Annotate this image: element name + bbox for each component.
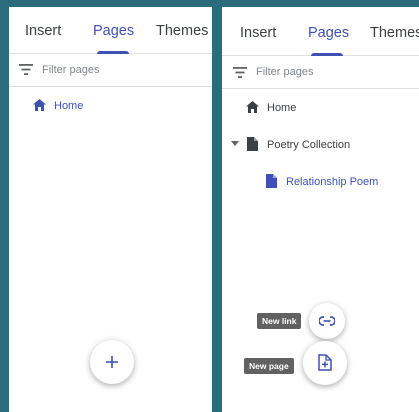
- filter-icon: [19, 64, 33, 75]
- page-item-home[interactable]: Home: [222, 98, 419, 118]
- tab-pages[interactable]: Pages: [308, 25, 349, 41]
- plus-icon: [106, 356, 118, 368]
- page-item-home[interactable]: Home: [9, 96, 212, 116]
- filter-pages-input[interactable]: [42, 61, 192, 79]
- home-icon: [246, 101, 259, 113]
- pages-panel-right: Insert Pages Themes Home Poetry Collecti…: [222, 7, 419, 412]
- page-item-label: Poetry Collection: [267, 139, 351, 151]
- filter-icon: [233, 67, 247, 78]
- tab-pages[interactable]: Pages: [93, 23, 134, 39]
- tab-insert[interactable]: Insert: [25, 23, 61, 39]
- new-page-button[interactable]: [303, 341, 347, 385]
- page-item-label: Home: [267, 102, 297, 114]
- tab-insert[interactable]: Insert: [240, 25, 276, 41]
- new-page-icon: [318, 354, 332, 371]
- page-item-poetry-collection[interactable]: Poetry Collection: [222, 135, 419, 155]
- collapse-arrow-icon[interactable]: [231, 141, 239, 146]
- link-icon: [319, 316, 335, 326]
- tab-bar: Insert Pages Themes: [9, 7, 212, 54]
- filter-bar: [9, 54, 212, 87]
- new-link-button[interactable]: [309, 303, 345, 339]
- new-link-tooltip: New link: [257, 313, 302, 329]
- new-page-tooltip: New page: [244, 358, 294, 374]
- page-item-label: Home: [54, 100, 84, 112]
- filter-pages-input[interactable]: [256, 63, 406, 81]
- tab-bar: Insert Pages Themes: [222, 7, 419, 56]
- home-icon: [33, 99, 46, 111]
- page-icon: [247, 137, 258, 151]
- filter-bar: [222, 56, 419, 89]
- page-item-label: Relationship Poem: [286, 176, 379, 188]
- tab-themes[interactable]: Themes: [370, 25, 419, 41]
- tab-themes[interactable]: Themes: [156, 23, 208, 39]
- page-item-relationship-poem[interactable]: Relationship Poem: [222, 172, 419, 192]
- page-icon: [266, 174, 277, 188]
- pages-panel-left: Insert Pages Themes Home: [9, 7, 212, 412]
- add-button[interactable]: [90, 340, 134, 384]
